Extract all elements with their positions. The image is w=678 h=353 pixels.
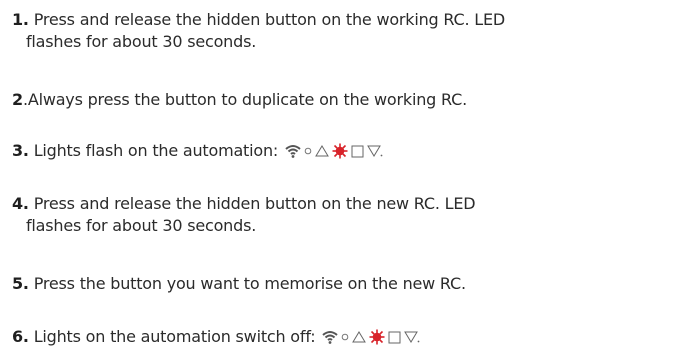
wifi-icon [322, 330, 338, 344]
star-burst-icon [332, 143, 348, 159]
wifi-icon [285, 144, 301, 158]
step-3: 3. Lights flash on the automation: [12, 140, 672, 162]
automation-lights-off [322, 329, 420, 345]
step-number: 6. [12, 327, 29, 346]
step-number: 4. [12, 194, 29, 213]
step-text: Lights on the automation switch off: [33, 327, 316, 346]
step-text: .Always press the button to duplicate on… [22, 90, 467, 109]
step-text: Press the button you want to memorise on… [33, 274, 466, 293]
square-icon [388, 331, 401, 344]
automation-lights-flashing [285, 143, 383, 159]
step-4: 4. Press and release the hidden button o… [12, 193, 672, 237]
step-1: 1. Press and release the hidden button o… [12, 9, 672, 53]
step-number: 1. [12, 10, 29, 29]
circle-icon [304, 147, 312, 155]
step-6: 6. Lights on the automation switch off: [12, 326, 672, 348]
step-text: Press and release the hidden button on t… [33, 194, 476, 213]
down-triangle-icon [367, 145, 383, 157]
step-text: Press and release the hidden button on t… [33, 10, 506, 29]
step-2: 2.Always press the button to duplicate o… [12, 89, 672, 111]
step-text-continued: flashes for about 30 seconds. [26, 216, 257, 235]
step-number: 3. [12, 141, 29, 160]
triangle-icon [352, 331, 367, 343]
triangle-icon [315, 145, 329, 157]
step-number: 5. [12, 274, 29, 293]
star-burst-icon [369, 329, 385, 345]
square-icon [351, 145, 364, 158]
down-triangle-icon [404, 331, 420, 343]
step-text-continued: flashes for about 30 seconds. [26, 32, 257, 51]
step-5: 5. Press the button you want to memorise… [12, 273, 672, 295]
step-text: Lights flash on the automation: [33, 141, 279, 160]
circle-icon [341, 333, 349, 341]
step-number: 2 [12, 90, 23, 109]
